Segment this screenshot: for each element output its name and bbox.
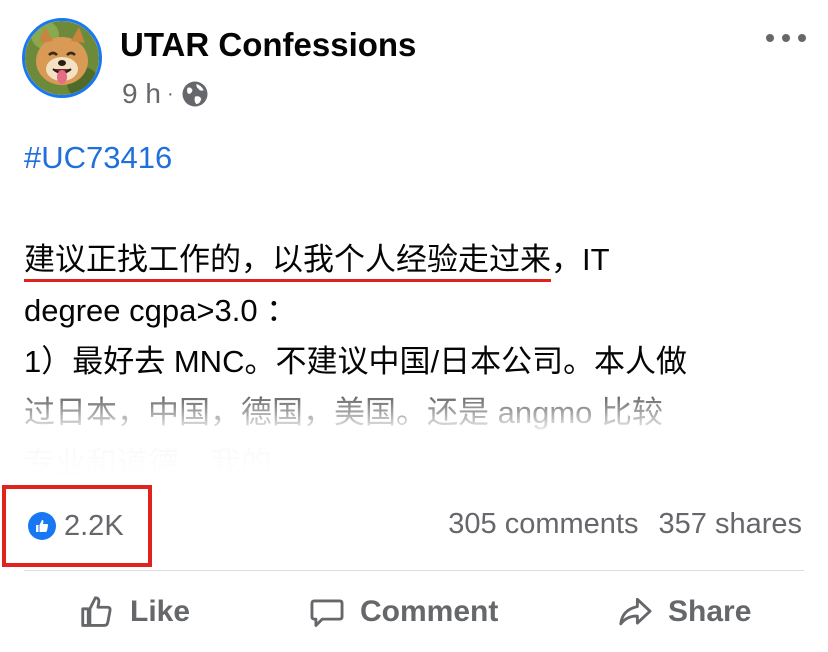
like-label: Like (130, 595, 191, 628)
thumbs-up-icon (81, 596, 112, 627)
highlighted-text: 建议正找工作的，以我个人经验走过来 (24, 242, 551, 282)
more-dot (766, 34, 774, 42)
post-line-5: 专业和道德，我的... (24, 446, 298, 481)
post-line-2: degree cgpa>3.0 ： (24, 293, 298, 328)
comment-icon (310, 599, 344, 627)
avatar[interactable] (22, 18, 102, 98)
post-line-1: 建议正找工作的，以我个人经验走过来，IT (24, 234, 814, 285)
meta-separator: · (166, 82, 174, 105)
reaction-count: 2.2K (64, 509, 124, 542)
post-line-3: 1）最好去 MNC。不建议中国/日本公司。本人做 (24, 344, 688, 379)
action-bar: Like Comment Share (0, 572, 828, 652)
post-line-4: 过日本，中国，德国，美国。还是 angmo 比较 (24, 395, 664, 430)
post-line-1-tail: ，IT (551, 242, 610, 277)
post-text: #UC73416 建议正找工作的，以我个人经验走过来，IT degree cgp… (24, 132, 814, 489)
like-button[interactable]: Like (78, 572, 190, 652)
more-options-icon[interactable] (766, 26, 806, 50)
post-meta: 9 h · (122, 78, 210, 110)
divider (24, 570, 804, 571)
reactions-summary[interactable]: 2.2K (2, 485, 152, 567)
post-time[interactable]: 9 h (122, 78, 161, 110)
share-button[interactable]: Share (616, 572, 751, 652)
facebook-post: UTAR Confessions 9 h · #UC73416 建议正找工作的，… (0, 0, 828, 652)
page-name[interactable]: UTAR Confessions (120, 26, 416, 64)
comments-count[interactable]: 305 comments (448, 508, 638, 541)
globe-icon (182, 81, 208, 107)
more-dot (798, 34, 806, 42)
more-dot (782, 34, 790, 42)
dog-avatar-image (25, 21, 99, 95)
share-icon (619, 597, 652, 626)
engagement-stats: 305 comments 357 shares (448, 508, 802, 541)
comment-label: Comment (360, 595, 499, 628)
like-icon (28, 512, 56, 540)
shares-count[interactable]: 357 shares (659, 508, 803, 541)
comment-button[interactable]: Comment (308, 572, 498, 652)
hashtag-link[interactable]: #UC73416 (24, 132, 814, 183)
share-label: Share (668, 595, 752, 628)
